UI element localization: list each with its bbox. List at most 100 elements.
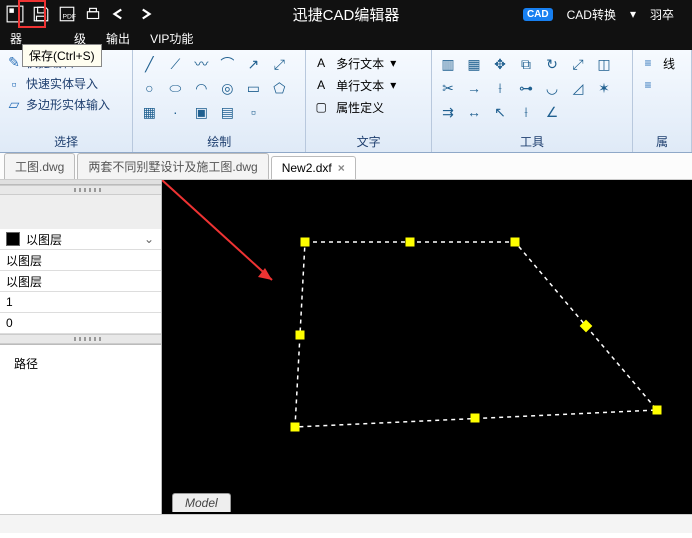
panel-select-label: 选择 (6, 131, 126, 150)
mtext-label: 多行文本 (336, 55, 384, 72)
save-icon[interactable] (32, 5, 50, 23)
align-tool-icon[interactable]: ⇉ (438, 102, 458, 122)
explode-tool-icon[interactable]: ✶ (594, 78, 614, 98)
user-name[interactable]: 羽卒 (650, 6, 674, 23)
tab-doc2[interactable]: 两套不同别墅设计及施工图.dwg (77, 153, 268, 179)
arc2-tool-icon[interactable]: ◠ (191, 78, 211, 98)
copy-tool-icon[interactable]: ⧉ (516, 54, 536, 74)
quick-access-toolbar: PDF (0, 5, 154, 23)
dropdown-icon[interactable]: ▾ (390, 78, 396, 92)
panel-tools-label: 工具 (438, 131, 626, 150)
layer-selected: 以图层 (26, 231, 62, 248)
workspace: 以图层 ⌄ 以图层 以图层 1 0 路径 (0, 180, 692, 514)
angle-tool-icon[interactable]: ∠ (542, 102, 562, 122)
stext-label: 单行文本 (336, 77, 384, 94)
polygon-tool-icon[interactable]: ⬠ (269, 78, 289, 98)
polyline-tool-icon[interactable]: ⟋ (165, 54, 185, 74)
svg-text:PDF: PDF (63, 14, 77, 21)
prop-row-1[interactable]: 以图层 (0, 250, 161, 271)
mtext-icon: A (312, 54, 330, 72)
xline-tool-icon[interactable]: ⤢ (269, 54, 289, 74)
dim-tool-icon[interactable]: ↔ (464, 102, 484, 122)
chevron-down-icon[interactable]: ⌄ (143, 232, 155, 246)
array-tool-icon[interactable]: ▦ (464, 54, 484, 74)
attrdef-icon: ▢ (312, 98, 330, 116)
line-tool-icon[interactable]: ╱ (139, 54, 159, 74)
panel-text: A 多行文本 ▾ A 单行文本 ▾ ▢ 属性定义 文字 (306, 50, 432, 152)
box-tool-icon[interactable]: ▫ (243, 102, 263, 122)
panel-grip[interactable] (0, 185, 161, 195)
donut-tool-icon[interactable]: ◎ (217, 78, 237, 98)
mtext-button[interactable]: A 多行文本 ▾ (312, 54, 425, 72)
title-bar: PDF 迅捷CAD编辑器 CAD CAD转换 ▾ 羽卒 (0, 0, 692, 28)
model-tab[interactable]: Model (172, 493, 231, 512)
menu-item-vip[interactable]: VIP功能 (140, 28, 203, 50)
extend-tool-icon[interactable]: → (464, 78, 484, 98)
fast-entity-label: 快速实体导入 (26, 75, 98, 92)
trim-tool-icon[interactable]: ✂ (438, 78, 458, 98)
prop-row-4[interactable]: 0 (0, 313, 161, 334)
move-tool-icon[interactable]: ✥ (490, 54, 510, 74)
path-panel: 路径 (0, 344, 161, 514)
lines2-icon[interactable]: ≡ (639, 76, 657, 94)
polygon-entity-button[interactable]: ▱多边形实体输入 (6, 96, 126, 113)
cad-convert-link[interactable]: CAD转换 (567, 6, 616, 23)
arc-tool-icon[interactable]: ⌒ (217, 54, 237, 74)
path-label: 路径 (14, 357, 38, 371)
side-panel: 以图层 ⌄ 以图层 以图层 1 0 路径 (0, 180, 162, 514)
menu-bar: 器 编辑器 级 输出 VIP功能 (0, 28, 692, 50)
stext-button[interactable]: A单行文本▾ (312, 76, 425, 94)
tab-doc2-label: 两套不同别墅设计及施工图.dwg (88, 158, 257, 175)
rotate-tool-icon[interactable]: ↻ (542, 54, 562, 74)
fast-entity-import-button[interactable]: ▫快速实体导入 (6, 75, 126, 92)
mirror-tool-icon[interactable]: ▥ (438, 54, 458, 74)
tab-doc3[interactable]: New2.dxf× (271, 156, 356, 179)
polygon-shape (162, 180, 692, 514)
rect-tool-icon[interactable]: ▭ (243, 78, 263, 98)
close-icon[interactable]: × (338, 161, 345, 175)
spline-tool-icon[interactable]: 〰 (191, 54, 211, 74)
ray-tool-icon[interactable]: ↗ (243, 54, 263, 74)
attrdef-button[interactable]: ▢ 属性定义 (312, 98, 425, 116)
dropdown-icon[interactable]: ▾ (630, 7, 636, 21)
dropdown-icon[interactable]: ▾ (390, 56, 396, 70)
tab-doc1[interactable]: 工图.dwg (4, 153, 75, 179)
offset-tool-icon[interactable]: ◫ (594, 54, 614, 74)
table-tool-icon[interactable]: ▤ (217, 102, 237, 122)
pdf-icon[interactable]: PDF (58, 5, 76, 23)
prop-row-3[interactable]: 1 (0, 292, 161, 313)
join-tool-icon[interactable]: ⊶ (516, 78, 536, 98)
status-bar (0, 514, 692, 533)
panel-draw-label: 绘制 (139, 131, 299, 150)
chamfer-tool-icon[interactable]: ◿ (568, 78, 588, 98)
panel-draw: ╱ ⟋ 〰 ⌒ ↗ ⤢ ○ ⬭ ◠ ◎ ▭ ⬠ ▦ · ▣ ▤ ▫ (133, 50, 306, 152)
circle-tool-icon[interactable]: ○ (139, 78, 159, 98)
panel-text-label: 文字 (312, 131, 425, 150)
prop-row-2[interactable]: 以图层 (0, 271, 161, 292)
attrdef-label: 属性定义 (336, 99, 384, 116)
break-tool-icon[interactable]: ⟊ (490, 78, 510, 98)
line-style-button[interactable]: ≡线 (639, 54, 685, 72)
drawing-canvas[interactable]: Model (162, 180, 692, 514)
menu-item-output[interactable]: 输出 (96, 28, 140, 50)
hatch-tool-icon[interactable]: ▦ (139, 102, 159, 122)
layer-selector-row[interactable]: 以图层 ⌄ (0, 229, 161, 250)
document-tabs: 工图.dwg 两套不同别墅设计及施工图.dwg New2.dxf× (0, 153, 692, 180)
app-title: 迅捷CAD编辑器 (293, 4, 400, 25)
app-menu-icon[interactable] (6, 5, 24, 23)
point-tool-icon[interactable]: · (165, 102, 185, 122)
fillet-tool-icon[interactable]: ◡ (542, 78, 562, 98)
measure-tool-icon[interactable]: ⟊ (516, 102, 536, 122)
ribbon: ✎快捷编辑 ▫快速实体导入 ▱多边形实体输入 选择 ╱ ⟋ 〰 ⌒ ↗ ⤢ ○ … (0, 50, 692, 153)
undo-icon[interactable] (110, 5, 128, 23)
redo-icon[interactable] (136, 5, 154, 23)
block-tool-icon[interactable]: ▣ (191, 102, 211, 122)
property-list: 以图层 ⌄ 以图层 以图层 1 0 (0, 229, 161, 334)
scale-tool-icon[interactable]: ⤢ (568, 54, 588, 74)
save-tooltip: 保存(Ctrl+S) (22, 44, 102, 67)
ellipse-tool-icon[interactable]: ⬭ (165, 78, 185, 98)
lines-icon: ≡ (639, 54, 657, 72)
leader-tool-icon[interactable]: ↖ (490, 102, 510, 122)
panel-grip-2[interactable] (0, 334, 161, 344)
print-icon[interactable] (84, 5, 102, 23)
